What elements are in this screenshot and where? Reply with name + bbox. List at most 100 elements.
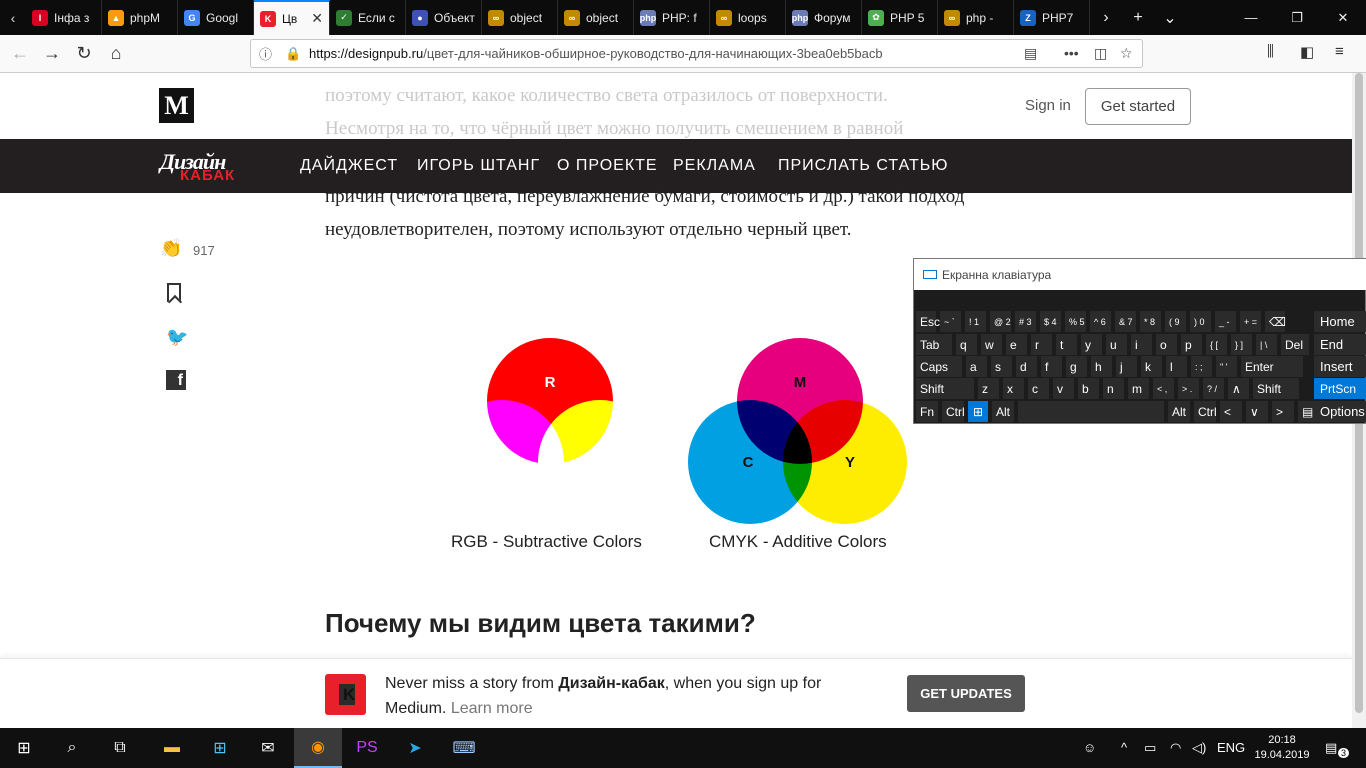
osk-key[interactable]: ^ 6	[1090, 311, 1111, 332]
osk-key[interactable]: { [	[1206, 334, 1227, 355]
info-icon[interactable]: ⓘ	[259, 44, 277, 63]
osk-key[interactable]: _ -	[1215, 311, 1236, 332]
osk-key[interactable]: o	[1156, 334, 1177, 355]
pocket-icon[interactable]: ◫	[1094, 45, 1107, 62]
reload-button[interactable]: ↻	[68, 38, 100, 70]
osk-key[interactable]: r	[1031, 334, 1052, 355]
sidebar-icon[interactable]: ◧	[1300, 43, 1314, 61]
language-indicator[interactable]: ENG	[1217, 740, 1245, 755]
osk-side-key[interactable]: Options	[1314, 401, 1366, 422]
browser-tab[interactable]: ∞ object	[482, 0, 558, 35]
osk-side-key[interactable]: Home	[1314, 311, 1366, 332]
osk-key[interactable]: + =	[1240, 311, 1261, 332]
publication-avatar[interactable]: K	[325, 674, 366, 715]
url-bar[interactable]: ⓘ 🔒 https://designpub.ru/цвет-для-чайник…	[250, 39, 1143, 68]
osk-key[interactable]: ⊞	[968, 401, 988, 422]
reader-view-icon[interactable]: ▤	[1024, 45, 1037, 62]
tray-expand-icon[interactable]: ^	[1121, 740, 1127, 755]
osk-key[interactable]: Shift	[1253, 378, 1299, 399]
facebook-icon[interactable]: f	[166, 370, 186, 390]
browser-tab[interactable]: ∞ object	[558, 0, 634, 35]
pub-nav-item[interactable]: ДАЙДЖЕСТ	[300, 157, 398, 175]
browser-tab[interactable]: ● Объект	[406, 0, 482, 35]
twitter-icon[interactable]: 🐦	[166, 327, 188, 348]
forward-button[interactable]: →	[36, 38, 68, 70]
firefox-icon[interactable]: ◉	[294, 728, 342, 768]
osk-key[interactable]: Ctrl	[942, 401, 965, 422]
close-window-button[interactable]: ✕	[1320, 0, 1366, 35]
osk-key[interactable]: m	[1128, 378, 1149, 399]
clap-icon[interactable]: 👏	[160, 238, 186, 264]
osk-key[interactable]: * 8	[1140, 311, 1161, 332]
osk-key[interactable]: ∧	[1228, 378, 1249, 399]
osk-key[interactable]: > .	[1178, 378, 1199, 399]
osk-key[interactable]: ⌫	[1265, 311, 1286, 332]
get-started-button[interactable]: Get started	[1085, 88, 1191, 125]
volume-icon[interactable]: ◁)	[1192, 740, 1206, 756]
menu-icon[interactable]: ≡	[1335, 43, 1344, 60]
battery-icon[interactable]: ▭	[1144, 740, 1156, 756]
osk-key[interactable]: n	[1103, 378, 1124, 399]
osk-key[interactable]: u	[1106, 334, 1127, 355]
search-icon[interactable]: ⌕	[48, 728, 96, 768]
osk-key[interactable]: ~ `	[940, 311, 961, 332]
osk-side-key[interactable]: PrtScn	[1314, 378, 1366, 399]
osk-key[interactable]: x	[1003, 378, 1024, 399]
osk-key[interactable]: g	[1066, 356, 1087, 377]
osk-key[interactable]: w	[981, 334, 1002, 355]
pub-nav-item[interactable]: ИГОРЬ ШТАНГ	[417, 157, 540, 175]
browser-tab[interactable]: G Googl	[178, 0, 254, 35]
osk-key[interactable]: Esc	[916, 311, 940, 332]
osk-key[interactable]: Shift	[916, 378, 974, 399]
browser-tab[interactable]: Z PHP7	[1014, 0, 1090, 35]
browser-tab[interactable]: ∞ loops	[710, 0, 786, 35]
osk-key[interactable]: Alt	[992, 401, 1014, 422]
osk-key[interactable]: f	[1041, 356, 1062, 377]
osk-key[interactable]: < ,	[1153, 378, 1174, 399]
osk-key[interactable]: q	[956, 334, 977, 355]
publication-logo[interactable]: Дизайн КАБАК	[158, 147, 262, 187]
wifi-icon[interactable]: ◠	[1170, 740, 1181, 756]
clock[interactable]: 20:18 19.04.2019	[1252, 733, 1312, 763]
medium-logo[interactable]: M	[159, 88, 194, 123]
library-icon[interactable]: ⫼	[1267, 43, 1274, 60]
tab-scroll-right-button[interactable]: ›	[1090, 0, 1122, 35]
pub-nav-item[interactable]: РЕКЛАМА	[673, 157, 756, 175]
osk-key[interactable]: p	[1181, 334, 1202, 355]
osk-key[interactable]: | \	[1256, 334, 1277, 355]
pub-nav-item[interactable]: О ПРОЕКТЕ	[557, 157, 658, 175]
osk-key[interactable]: b	[1078, 378, 1099, 399]
osk-key[interactable]: v	[1053, 378, 1074, 399]
get-updates-button[interactable]: GET UPDATES	[907, 675, 1025, 712]
pub-nav-item[interactable]: ПРИСЛАТЬ СТАТЬЮ	[778, 157, 948, 175]
osk-key[interactable]: Fn	[916, 401, 938, 422]
osk-key[interactable]: >	[1272, 401, 1294, 422]
osk-key[interactable]: j	[1116, 356, 1137, 377]
osk-app-icon[interactable]: ⌨	[440, 728, 488, 768]
osk-key[interactable]: @ 2	[990, 311, 1011, 332]
osk-key[interactable]: Tab	[916, 334, 952, 355]
osk-key[interactable]: & 7	[1115, 311, 1136, 332]
osk-key[interactable]: z	[978, 378, 999, 399]
people-icon[interactable]: ☺	[1083, 740, 1096, 755]
tab-scroll-left-button[interactable]: ‹	[0, 0, 26, 35]
osk-key[interactable]: s	[991, 356, 1012, 377]
osk-key[interactable]	[1018, 401, 1164, 422]
minimize-button[interactable]: —	[1228, 0, 1274, 35]
osk-key[interactable]: a	[966, 356, 987, 377]
osk-key[interactable]: ) 0	[1190, 311, 1211, 332]
osk-key[interactable]: } ]	[1231, 334, 1252, 355]
osk-key[interactable]: # 3	[1015, 311, 1036, 332]
osk-key[interactable]: Caps	[916, 356, 962, 377]
task-view-icon[interactable]: ⧉	[96, 728, 144, 768]
osk-key[interactable]: ! 1	[965, 311, 986, 332]
osk-key[interactable]: % 5	[1065, 311, 1086, 332]
browser-tab[interactable]: php PHP: f	[634, 0, 710, 35]
mail-icon[interactable]: ✉	[244, 728, 292, 768]
osk-key[interactable]: t	[1056, 334, 1077, 355]
osk-key[interactable]: <	[1220, 401, 1242, 422]
learn-more-link[interactable]: Learn more	[451, 700, 533, 717]
browser-tab[interactable]: I Інфа з	[26, 0, 102, 35]
home-button[interactable]: ⌂	[100, 38, 132, 70]
url-text[interactable]: https://designpub.ru/цвет-для-чайников-о…	[309, 46, 883, 61]
